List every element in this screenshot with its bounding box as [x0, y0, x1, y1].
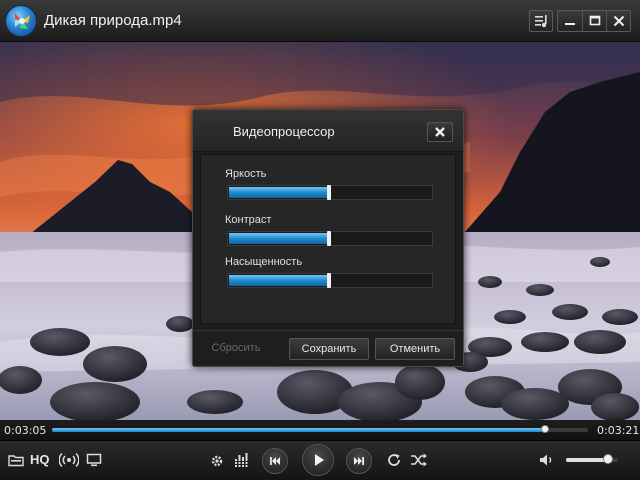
- previous-button[interactable]: [262, 448, 288, 474]
- dialog-title: Видеопроцессор: [233, 124, 335, 139]
- shuffle-button[interactable]: [410, 453, 428, 472]
- close-icon: [613, 15, 625, 27]
- total-time: 0:03:21: [597, 424, 640, 437]
- window-controls: [557, 10, 631, 32]
- brightness-fill: [229, 187, 330, 198]
- speaker-icon: [540, 454, 552, 466]
- volume-thumb[interactable]: [603, 454, 613, 464]
- skip-back-icon: [270, 457, 280, 465]
- brightness-slider[interactable]: [227, 185, 433, 200]
- broadcast-button[interactable]: [58, 452, 80, 473]
- broadcast-icon: [58, 452, 80, 468]
- video-processor-dialog: Видеопроцессор Яркость Контраст Насыщенн…: [192, 109, 464, 367]
- saturation-label: Насыщенность: [225, 256, 303, 268]
- title-bar: Дикая природа.mp4: [0, 0, 640, 42]
- open-folder-button[interactable]: [8, 453, 24, 472]
- volume-button[interactable]: [539, 453, 555, 472]
- maximize-button[interactable]: [582, 11, 606, 31]
- repeat-button[interactable]: [386, 452, 402, 473]
- close-icon: [435, 127, 445, 137]
- seek-track[interactable]: [52, 425, 588, 433]
- volume-level: [566, 458, 608, 462]
- saturation-thumb[interactable]: [327, 273, 331, 288]
- maximize-icon: [589, 15, 601, 26]
- hq-button[interactable]: HQ: [30, 452, 50, 467]
- minimize-button[interactable]: [558, 11, 582, 31]
- reset-button[interactable]: Сбросить: [205, 338, 267, 360]
- seek-thumb[interactable]: [541, 425, 549, 433]
- play-button[interactable]: [302, 444, 334, 476]
- dialog-body: Яркость Контраст Насыщенность: [200, 154, 456, 324]
- contrast-label: Контраст: [225, 214, 272, 226]
- current-time: 0:03:05: [4, 424, 47, 437]
- dialog-footer: Сбросить Сохранить Отменить: [193, 330, 463, 366]
- skip-forward-icon: [354, 457, 364, 465]
- settings-button[interactable]: [208, 452, 226, 475]
- playlist-button[interactable]: [529, 10, 553, 32]
- repeat-icon: [388, 454, 400, 466]
- dialog-close-button[interactable]: [427, 122, 453, 142]
- window-title: Дикая природа.mp4: [44, 12, 182, 29]
- monitor-icon: [86, 453, 102, 467]
- saturation-slider[interactable]: [227, 273, 433, 288]
- contrast-thumb[interactable]: [327, 231, 331, 246]
- contrast-fill: [229, 233, 330, 244]
- next-button[interactable]: [346, 448, 372, 474]
- playlist-icon: [535, 15, 547, 28]
- volume-slider[interactable]: [566, 454, 618, 464]
- minimize-icon: [565, 23, 575, 25]
- saturation-fill: [229, 275, 330, 286]
- gear-icon: [211, 455, 223, 467]
- cancel-button[interactable]: Отменить: [375, 338, 455, 360]
- shuffle-icon: [411, 453, 427, 467]
- seek-bar: 0:03:05 0:03:21: [0, 420, 640, 440]
- dialog-header: Видеопроцессор: [193, 110, 463, 152]
- brightness-thumb[interactable]: [327, 185, 331, 200]
- screen-button[interactable]: [86, 453, 102, 472]
- folder-icon: [8, 455, 24, 467]
- contrast-slider[interactable]: [227, 231, 433, 246]
- equalizer-icon: [234, 453, 249, 467]
- control-bar: HQ: [0, 440, 640, 480]
- seek-progress: [52, 428, 545, 432]
- close-button[interactable]: [606, 11, 630, 31]
- play-icon: [315, 454, 324, 466]
- equalizer-button[interactable]: [234, 453, 250, 472]
- brightness-label: Яркость: [225, 168, 267, 180]
- save-button[interactable]: Сохранить: [289, 338, 369, 360]
- app-logo-icon: [5, 5, 37, 37]
